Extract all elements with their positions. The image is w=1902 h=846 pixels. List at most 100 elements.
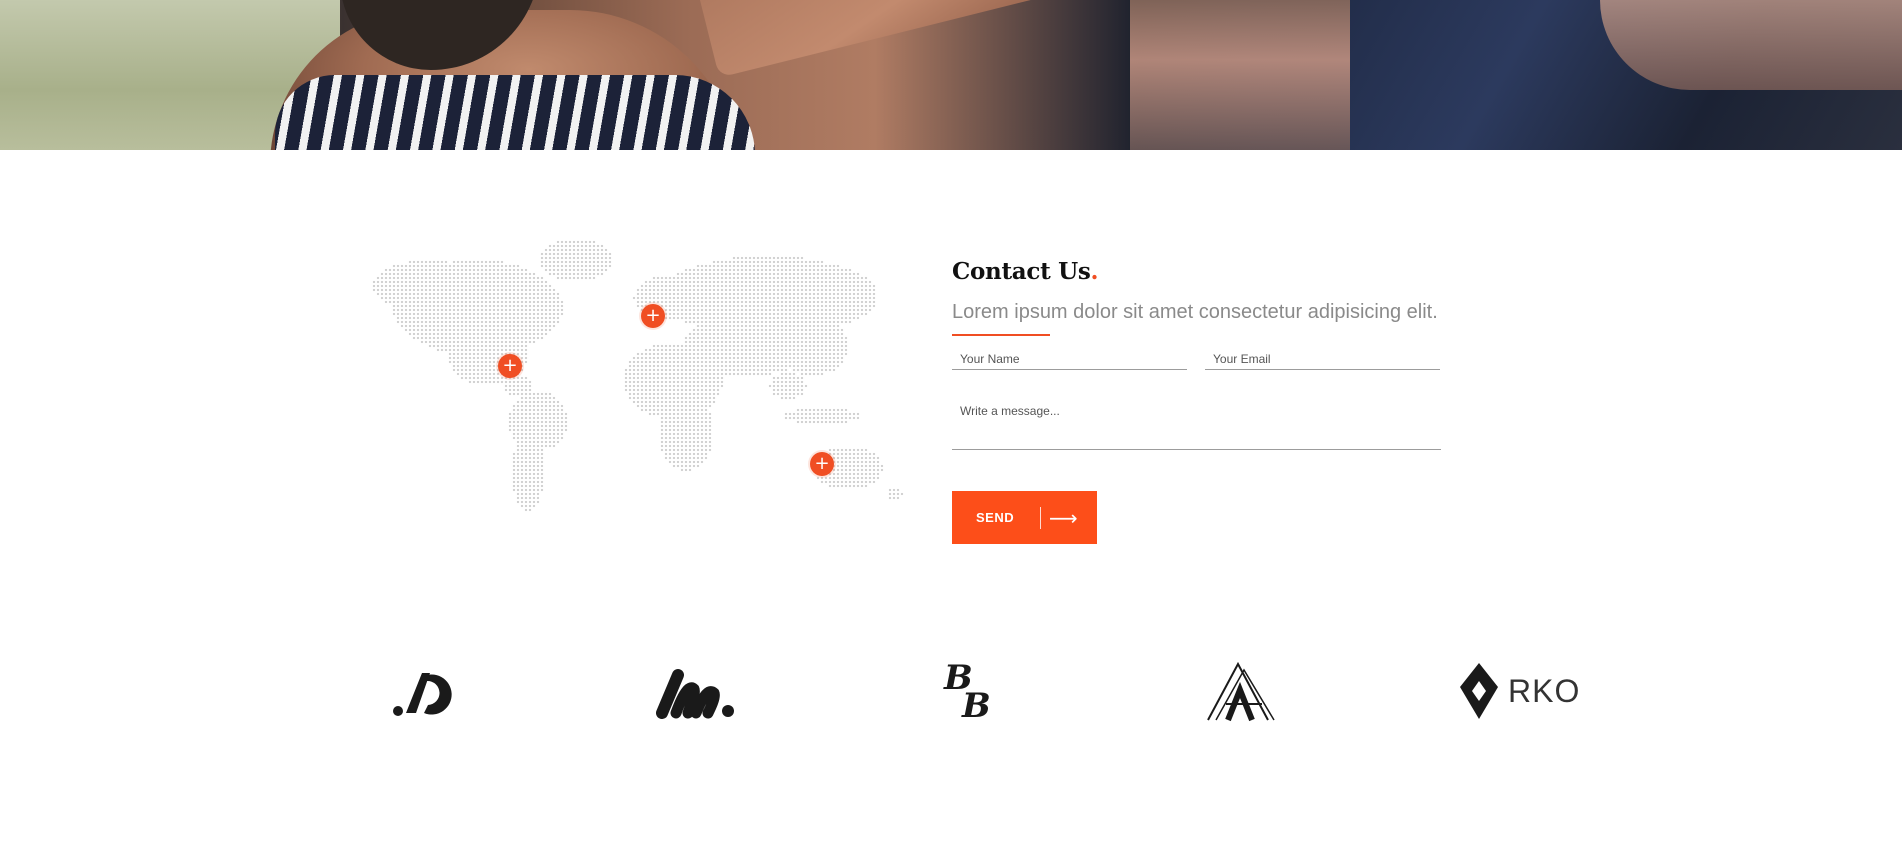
map-dot <box>428 316 432 320</box>
map-dot <box>388 284 392 288</box>
map-dot <box>684 352 688 356</box>
map-dot <box>540 488 544 492</box>
map-dot <box>692 364 696 368</box>
map-dot <box>796 360 800 364</box>
map-dot <box>592 244 596 248</box>
map-dot <box>848 476 852 480</box>
map-dot <box>480 336 484 340</box>
map-dot <box>784 304 788 308</box>
accent-divider <box>952 334 1050 336</box>
map-dot <box>508 316 512 320</box>
map-dot <box>832 268 836 272</box>
map-dot <box>828 284 832 288</box>
australia-pin[interactable]: + <box>810 452 834 476</box>
map-dot <box>732 328 736 332</box>
map-dot <box>580 248 584 252</box>
map-dot <box>708 400 712 404</box>
map-dot <box>784 380 788 384</box>
map-dot <box>468 304 472 308</box>
map-dot <box>820 352 824 356</box>
map-dot <box>476 324 480 328</box>
map-dot <box>804 280 808 284</box>
map-dot <box>836 292 840 296</box>
map-dot <box>528 384 532 388</box>
map-dot <box>528 504 532 508</box>
map-dot <box>576 264 580 268</box>
map-dot <box>816 300 820 304</box>
map-dot <box>524 504 528 508</box>
map-dot <box>512 312 516 316</box>
map-dot <box>444 328 448 332</box>
map-dot <box>652 412 656 416</box>
map-dot <box>668 408 672 412</box>
map-dot <box>824 356 828 360</box>
map-dot <box>772 324 776 328</box>
map-dot <box>400 272 404 276</box>
map-dot <box>544 416 548 420</box>
map-dot <box>540 328 544 332</box>
map-dot <box>412 320 416 324</box>
map-dot <box>432 284 436 288</box>
map-dot <box>688 460 692 464</box>
map-dot <box>436 324 440 328</box>
map-dot <box>800 292 804 296</box>
map-dot <box>684 436 688 440</box>
map-dot <box>556 424 560 428</box>
map-dot <box>472 368 476 372</box>
map-dot <box>840 288 844 292</box>
map-dot <box>388 268 392 272</box>
map-dot <box>488 324 492 328</box>
map-dot <box>836 308 840 312</box>
map-dot <box>388 272 392 276</box>
map-dot <box>440 336 444 340</box>
map-dot <box>588 272 592 276</box>
name-field[interactable] <box>952 348 1187 370</box>
map-dot <box>608 252 612 256</box>
map-dot <box>756 260 760 264</box>
north-america-pin[interactable]: + <box>498 354 522 378</box>
map-dot <box>708 420 712 424</box>
email-field[interactable] <box>1205 348 1440 370</box>
m-logo[interactable] <box>656 655 738 727</box>
map-dot <box>404 316 408 320</box>
map-dot <box>752 288 756 292</box>
map-dot <box>856 280 860 284</box>
map-dot <box>804 320 808 324</box>
map-dot <box>724 296 728 300</box>
send-button[interactable]: SEND ⟶ <box>952 491 1097 544</box>
map-dot <box>552 252 556 256</box>
map-dot <box>504 384 508 388</box>
bb-logo-mark: B B <box>943 659 991 723</box>
map-dot <box>428 328 432 332</box>
ad-logo[interactable] <box>392 655 458 727</box>
map-dot <box>468 260 472 264</box>
map-dot <box>408 332 412 336</box>
map-dot <box>400 280 404 284</box>
rko-logo[interactable]: RKO <box>1458 655 1580 727</box>
map-dot <box>520 296 524 300</box>
map-dot <box>420 288 424 292</box>
map-dot <box>796 300 800 304</box>
map-dot <box>736 348 740 352</box>
map-dot <box>508 280 512 284</box>
map-dot <box>812 336 816 340</box>
map-dot <box>796 384 800 388</box>
a-logo[interactable] <box>1206 655 1276 727</box>
map-dot <box>676 288 680 292</box>
map-dot <box>740 348 744 352</box>
message-field[interactable] <box>952 390 1441 450</box>
map-dot <box>500 264 504 268</box>
map-dot <box>476 340 480 344</box>
map-dot <box>752 344 756 348</box>
map-dot <box>628 380 632 384</box>
map-dot <box>464 300 468 304</box>
map-dot <box>468 280 472 284</box>
map-dot <box>848 484 852 488</box>
europe-pin[interactable]: + <box>641 304 665 328</box>
map-dot <box>848 280 852 284</box>
map-dot <box>728 312 732 316</box>
map-dot <box>844 292 848 296</box>
bb-logo[interactable]: B B <box>942 655 998 727</box>
map-dot <box>660 380 664 384</box>
map-dot <box>428 320 432 324</box>
